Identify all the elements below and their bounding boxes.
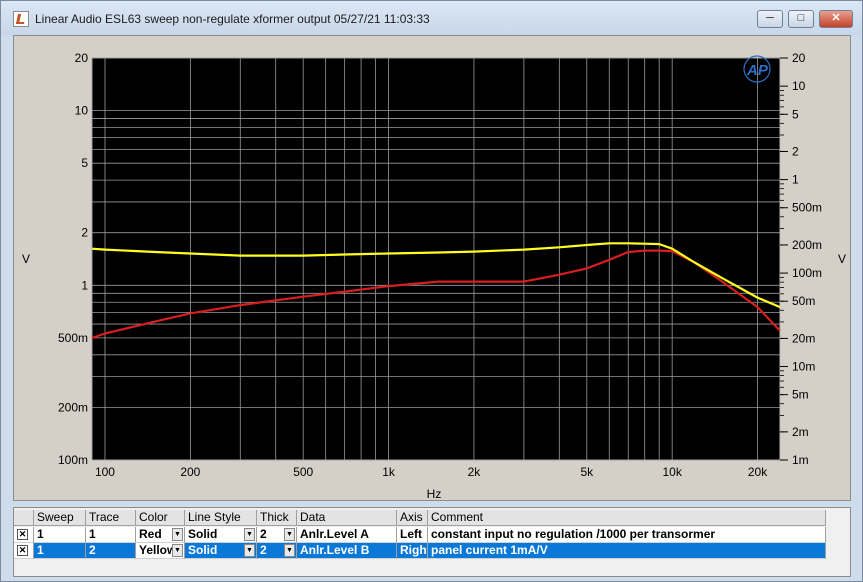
y-right-tick-label: 1m — [792, 453, 809, 467]
app-logo-icon[interactable] — [13, 11, 29, 27]
x-tick-label: 10k — [662, 465, 682, 479]
y-left-tick-label: 1 — [81, 278, 88, 292]
legend-row-1-data[interactable]: Anlr.Level A — [297, 527, 397, 543]
close-button[interactable]: ✕ — [819, 10, 853, 28]
legend-row-2-style-dropdown-icon: ▼ — [244, 544, 255, 557]
x-tick-label: 2k — [468, 465, 482, 479]
y-right-tick-label: 100m — [792, 266, 822, 280]
legend-row-2-checkbox[interactable]: ✕ — [14, 543, 34, 559]
y-left-tick-label: 20 — [75, 51, 89, 65]
y-axis-left-label: V — [22, 252, 30, 266]
y-right-tick-label: 5 — [792, 107, 799, 121]
ap-logo-text: AP — [746, 62, 769, 79]
y-right-tick-label: 1 — [792, 173, 799, 187]
legend-row-2-thick-dropdown-icon: ▼ — [284, 544, 295, 557]
legend-header-trace[interactable]: Trace — [86, 510, 136, 526]
grid-layer — [91, 57, 781, 461]
title-bar[interactable]: Linear Audio ESL63 sweep non-regulate xf… — [1, 1, 862, 35]
legend-row-1-sweep[interactable]: 1 — [34, 527, 86, 543]
legend-header-sweep[interactable]: Sweep — [34, 510, 86, 526]
legend-row-2-trace[interactable]: 2 — [86, 543, 136, 559]
y-axis-right-label: V — [838, 252, 846, 266]
y-left-tick-label: 500m — [58, 331, 88, 345]
legend-row-1-axis[interactable]: Left — [397, 527, 428, 543]
legend-row-2-thick-select[interactable]: 2 ▼ — [257, 543, 297, 559]
legend-row-1-thick-select[interactable]: 2 ▼ — [257, 527, 297, 543]
y-left-tick-label: 5 — [81, 156, 88, 170]
legend-row-1-trace[interactable]: 1 — [86, 527, 136, 543]
y-right-tick-label: 2 — [792, 144, 799, 158]
legend-header-thick[interactable]: Thick — [257, 510, 297, 526]
y-right-tick-label: 500m — [792, 201, 822, 215]
legend-row-1-comment[interactable]: constant input no regulation /1000 per t… — [428, 527, 826, 543]
y-right-tick-label: 20 — [792, 51, 806, 65]
y-right-tick-label: 10 — [792, 79, 806, 93]
legend-header-axis[interactable]: Axis — [397, 510, 428, 526]
legend-header-data[interactable]: Data — [297, 510, 397, 526]
legend-header-color[interactable]: Color — [136, 510, 185, 526]
y-left-tick-label: 2 — [81, 226, 88, 240]
x-tick-label: 200 — [180, 465, 200, 479]
legend-row-1-checkbox[interactable]: ✕ — [14, 527, 34, 543]
legend-row-1-color-select[interactable]: Red ▼ — [136, 527, 185, 543]
y-right-tick-label: 2m — [792, 425, 809, 439]
y-left-tick-label: 100m — [58, 453, 88, 467]
legend-row-2-sweep[interactable]: 1 — [34, 543, 86, 559]
y-right-tick-label: 10m — [792, 360, 815, 374]
x-tick-label: 500 — [293, 465, 313, 479]
maximize-button[interactable]: □ — [788, 10, 814, 28]
legend-row-1-line-style-select[interactable]: Solid ▼ — [185, 527, 257, 543]
graph-panel: 100 200 500 1k 2k 5k 10k 20k 20 10 5 2 1 500m 200m 100m… — [13, 35, 851, 501]
y-right-tick-label: 5m — [792, 388, 809, 402]
window-title: Linear Audio ESL63 sweep non-regulate xf… — [35, 12, 430, 26]
legend-row-2-line-style-select[interactable]: Solid ▼ — [185, 543, 257, 559]
legend-row-2-comment[interactable]: panel current 1mA/V — [428, 543, 826, 559]
y-right-tick-label: 200m — [792, 238, 822, 252]
minimize-button[interactable]: ─ — [757, 10, 783, 28]
app-window: Linear Audio ESL63 sweep non-regulate xf… — [0, 0, 863, 582]
legend-row-2-color-select[interactable]: Yellow ▼ — [136, 543, 185, 559]
x-tick-label: 5k — [580, 465, 594, 479]
x-tick-label: 20k — [748, 465, 768, 479]
legend-row-2-axis[interactable]: Right — [397, 543, 428, 559]
y-left-tick-label: 10 — [75, 104, 89, 118]
y-left-tick-label: 200m — [58, 400, 88, 414]
legend-header-check — [14, 510, 34, 526]
x-tick-label: 1k — [382, 465, 396, 479]
legend-row-2-color-dropdown-icon: ▼ — [172, 544, 183, 557]
legend-row-2-data[interactable]: Anlr.Level B — [297, 543, 397, 559]
legend-row-1-style-dropdown-icon: ▼ — [244, 528, 255, 541]
legend-header-line-style[interactable]: Line Style — [185, 510, 257, 526]
legend-header-comment[interactable]: Comment — [428, 510, 826, 526]
legend-row-1-thick-dropdown-icon: ▼ — [284, 528, 295, 541]
x-axis-label: Hz — [427, 487, 442, 501]
y-right-tick-label: 50m — [792, 294, 815, 308]
x-tick-label: 100 — [95, 465, 115, 479]
sweep-graph[interactable]: 100 200 500 1k 2k 5k 10k 20k 20 10 5 2 1 500m 200m 100m… — [14, 36, 852, 502]
legend-row-1-color-dropdown-icon: ▼ — [172, 528, 183, 541]
y-right-tick-label: 20m — [792, 331, 815, 345]
trace-legend-table: Sweep Trace Color Line Style Thick Data … — [13, 507, 851, 577]
